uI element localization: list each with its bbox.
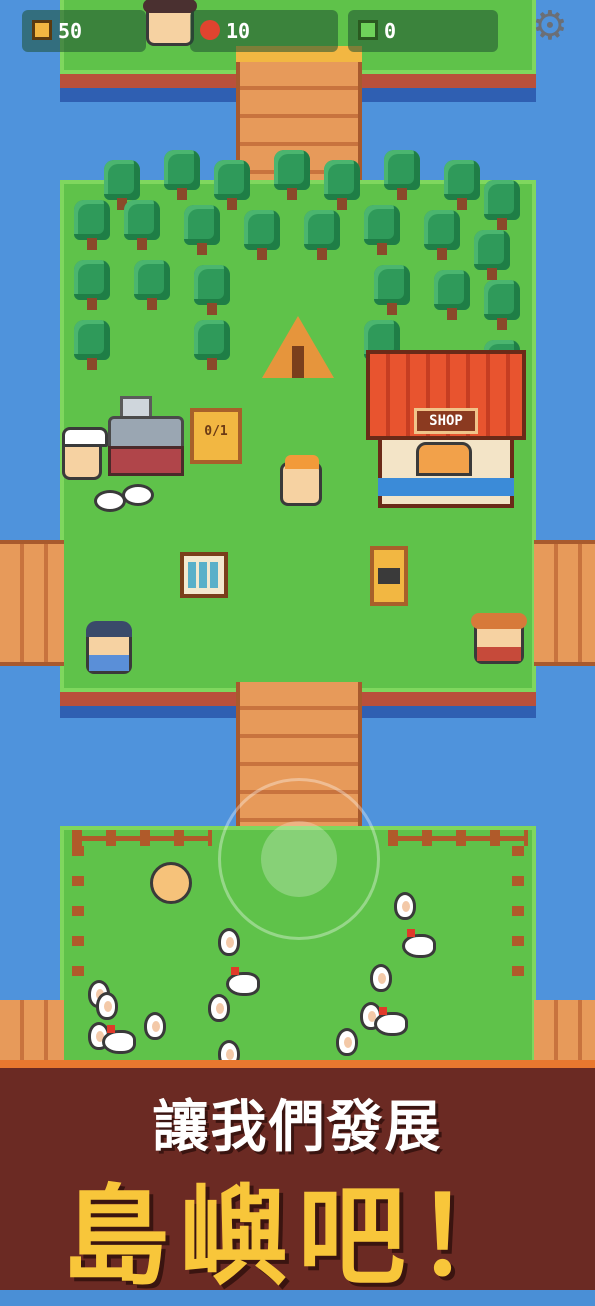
chef-character[interactable]	[62, 427, 108, 480]
plate[interactable]	[122, 484, 154, 506]
notice-board[interactable]	[180, 552, 228, 598]
egg[interactable]	[208, 994, 230, 1022]
gems-value: 0	[384, 19, 397, 43]
virtual-joystick[interactable]	[218, 778, 380, 940]
farmer-character[interactable]	[86, 621, 132, 674]
chicken[interactable]	[402, 929, 436, 958]
food-value: 10	[226, 19, 251, 43]
farm-character[interactable]	[150, 862, 192, 904]
fence	[72, 846, 84, 976]
furnace[interactable]	[108, 396, 184, 476]
bridge-left[interactable]	[0, 540, 64, 666]
vending-machine[interactable]	[370, 546, 408, 606]
gear-icon: ⚙	[532, 3, 568, 49]
fence	[388, 830, 528, 846]
settings-button[interactable]: ⚙	[532, 4, 576, 50]
progress-sign-text: 0/1	[204, 424, 228, 439]
tent[interactable]	[262, 316, 334, 382]
egg[interactable]	[370, 964, 392, 992]
bridge-farm-left[interactable]	[0, 1000, 64, 1062]
egg[interactable]	[218, 928, 240, 956]
egg[interactable]	[336, 1028, 358, 1056]
food-counter: 10	[190, 10, 338, 52]
joystick-knob[interactable]	[261, 821, 337, 897]
tomato-icon	[200, 20, 220, 40]
chicken[interactable]	[374, 1007, 408, 1036]
player-avatar[interactable]	[143, 0, 197, 46]
coin-icon	[32, 20, 52, 40]
egg[interactable]	[144, 1012, 166, 1040]
gem-icon	[358, 20, 378, 40]
fence	[512, 846, 524, 976]
shop-sign: SHOP	[414, 408, 478, 434]
coins-counter: 50	[22, 10, 146, 52]
villager-character[interactable]	[471, 613, 527, 664]
fence	[72, 830, 212, 846]
gems-counter: 0	[348, 10, 498, 52]
player-character[interactable]	[280, 455, 322, 506]
bridge-farm-right[interactable]	[534, 1000, 595, 1062]
egg[interactable]	[394, 892, 416, 920]
shop-sign-label: SHOP	[429, 413, 463, 429]
egg[interactable]	[96, 992, 118, 1020]
bridge-right[interactable]	[534, 540, 595, 666]
chicken[interactable]	[226, 967, 260, 996]
chicken[interactable]	[102, 1025, 136, 1054]
coins-value: 50	[58, 19, 83, 43]
progress-sign[interactable]: 0/1	[190, 408, 242, 464]
banner-line-2: 島嶼吧！	[61, 1175, 534, 1300]
